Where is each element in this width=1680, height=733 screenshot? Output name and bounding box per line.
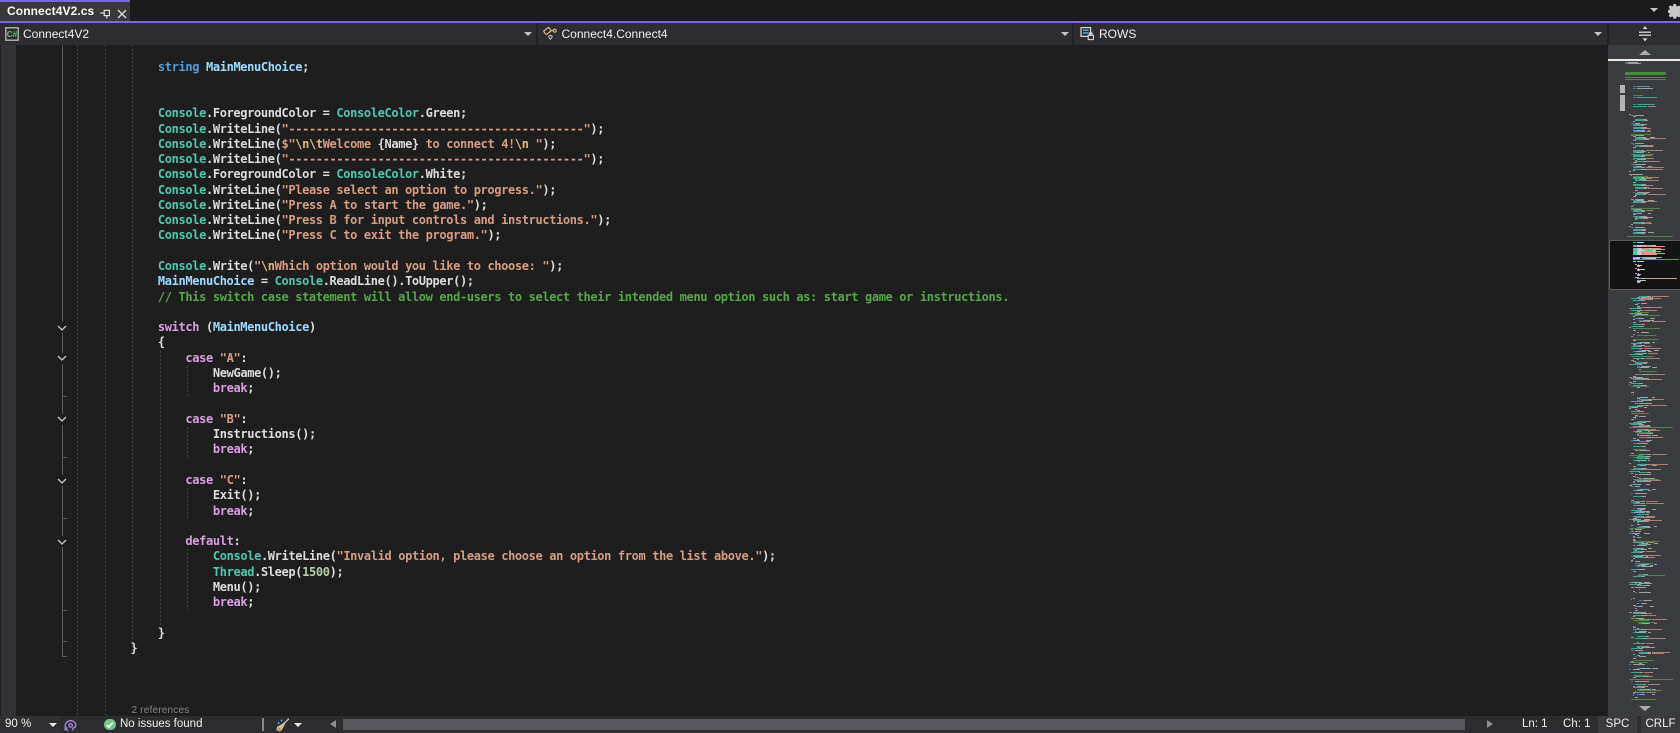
member-dropdown[interactable]: ROWS	[1074, 23, 1607, 45]
tab-list-dropdown-icon[interactable]	[1650, 8, 1658, 12]
space-mode-indicator[interactable]: SPC	[1598, 715, 1637, 733]
minimap-caret-line	[1608, 58, 1680, 62]
code-line: Instructions();	[212, 427, 316, 442]
code-line: case "B":	[185, 411, 248, 426]
code-line: Thread.Sleep(1500);	[212, 564, 344, 579]
constant-icon	[1080, 26, 1095, 41]
code-line: Console.WriteLine($"\n\tWelcome {Name} t…	[157, 136, 557, 151]
code-line: Menu();	[212, 579, 261, 594]
code-cleanup-broom-icon[interactable]	[275, 717, 291, 733]
code-line: Console.WriteLine("---------------------…	[157, 121, 605, 136]
code-line: Console.Write("\nWhich option would you …	[157, 259, 563, 274]
code-line: Console.WriteLine("Invalid option, pleas…	[212, 549, 776, 564]
code-line: // This switch case statement will allow…	[157, 289, 1010, 304]
code-line: default:	[185, 534, 241, 549]
codelens-references[interactable]: 2 references	[131, 705, 189, 715]
code-line: NewGame();	[212, 365, 282, 380]
line-ending-indicator[interactable]: CRLF	[1641, 715, 1680, 733]
scroll-down-icon[interactable]	[1639, 705, 1651, 711]
zoom-caret-icon	[49, 722, 57, 727]
class-icon	[542, 26, 558, 41]
tab-bar: Connect4V2.cs	[0, 0, 1680, 21]
line-ending-label: CRLF	[1645, 718, 1676, 731]
code-line: switch (MainMenuChoice)	[157, 320, 316, 335]
code-line: case "A":	[185, 350, 248, 365]
code-line: break;	[212, 595, 255, 610]
no-issues-check-icon[interactable]	[104, 718, 116, 731]
hscroll-thumb[interactable]	[343, 719, 1465, 730]
gear-icon[interactable]	[1667, 4, 1680, 19]
code-line: {	[157, 335, 165, 350]
code-line: break;	[212, 442, 255, 457]
code-text: string MainMenuChoice; Console.Foreground…	[0, 45, 1608, 716]
space-mode-label: SPC	[1605, 718, 1630, 731]
code-line: break;	[212, 381, 255, 396]
tab-connect4v2[interactable]: Connect4V2.cs	[0, 0, 130, 21]
vs-editor-window: Connect4V2.cs C# Connect4V2 Connect4.Con…	[0, 0, 1680, 733]
pin-icon[interactable]	[100, 6, 111, 19]
project-dropdown-caret-icon	[524, 32, 532, 36]
csharp-project-icon: C#	[5, 26, 19, 41]
type-dropdown-caret-icon	[1060, 32, 1069, 36]
code-cleanup-caret-icon[interactable]	[294, 722, 302, 727]
strip-separator	[262, 718, 264, 731]
health-status-label[interactable]: No issues found	[120, 718, 202, 730]
code-line: Console.WriteLine("Press A to start the …	[157, 197, 488, 212]
tab-title: Connect4V2.cs	[7, 4, 95, 19]
type-dropdown[interactable]: Connect4.Connect4	[537, 23, 1072, 45]
hscroll-right-arrow-icon[interactable]	[1487, 719, 1493, 728]
code-line: Exit();	[212, 488, 261, 503]
navigation-bar: C# Connect4V2 Connect4.Connect4 ROWS	[0, 23, 1680, 45]
project-dropdown-label: Connect4V2	[23, 26, 90, 41]
svg-text:C#: C#	[7, 30, 18, 39]
code-line: string MainMenuChoice;	[157, 60, 309, 75]
zoom-level: 90 %	[5, 717, 32, 730]
code-line: MainMenuChoice = Console.ReadLine().ToUp…	[157, 274, 474, 289]
code-line: Console.WriteLine("Press B for input con…	[157, 213, 611, 228]
project-dropdown[interactable]: C# Connect4V2	[0, 23, 536, 45]
zoom-control[interactable]: 90 %	[0, 715, 60, 733]
code-editor[interactable]: string MainMenuChoice; Console.Foreground…	[0, 44, 1608, 716]
split-window-control[interactable]	[1609, 23, 1680, 45]
scroll-up-icon[interactable]	[1639, 50, 1651, 55]
hscroll-left-arrow-icon[interactable]	[330, 719, 336, 728]
member-dropdown-caret-icon	[1594, 32, 1602, 36]
close-icon[interactable]	[117, 6, 127, 19]
code-line: Console.ForegroundColor = ConsoleColor.G…	[157, 106, 467, 121]
code-line: Console.WriteLine("---------------------…	[157, 152, 605, 167]
document-health-icon[interactable]	[63, 718, 77, 732]
code-line: break;	[212, 503, 255, 518]
code-line: }	[157, 625, 165, 640]
code-line: Console.WriteLine("Please select an opti…	[157, 182, 557, 197]
column-indicator[interactable]: Ch: 1	[1563, 718, 1591, 730]
minimap-canvas	[1608, 45, 1680, 716]
type-dropdown-label: Connect4.Connect4	[561, 26, 668, 41]
minimap-scrollbar[interactable]	[1608, 44, 1680, 716]
member-dropdown-label: ROWS	[1099, 26, 1137, 41]
code-line: Console.ForegroundColor = ConsoleColor.W…	[157, 167, 467, 182]
editor-status-strip: 90 % No issues found Ln: 1 Ch: 1 SPC CRL…	[0, 715, 1680, 733]
code-line: case "C":	[185, 472, 248, 487]
code-line: }	[130, 641, 138, 656]
line-indicator[interactable]: Ln: 1	[1522, 718, 1548, 730]
code-line: Console.WriteLine("Press C to exit the p…	[157, 228, 502, 243]
